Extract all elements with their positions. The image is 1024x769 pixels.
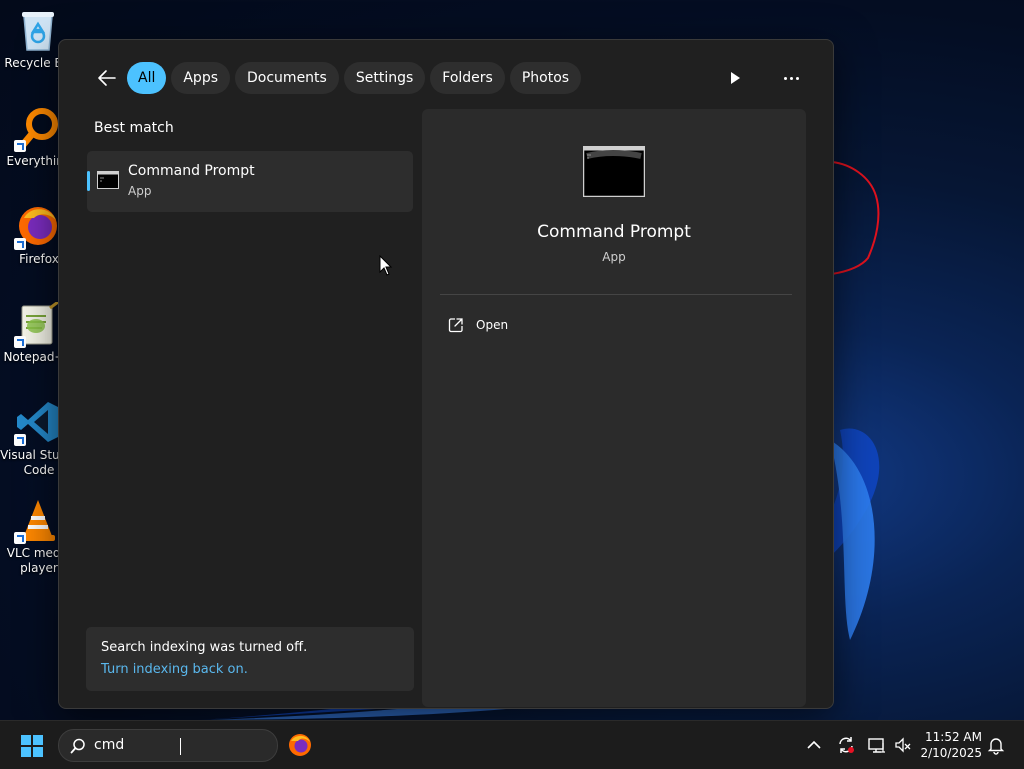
shortcut-arrow-icon — [14, 140, 26, 152]
sync-icon[interactable] — [836, 735, 856, 755]
windows-start-icon[interactable] — [20, 734, 44, 758]
dot-icon — [795, 76, 799, 80]
result-title: Command Prompt — [128, 163, 255, 179]
chevron-up-icon[interactable] — [804, 735, 824, 755]
vlc-icon — [14, 498, 60, 544]
taskbar-clock[interactable]: 11:52 AM 2/10/2025 — [918, 729, 982, 761]
search-icon — [70, 738, 85, 754]
indexing-notice: Search indexing was turned off. Turn ind… — [86, 627, 414, 691]
red-annotation — [831, 161, 880, 275]
open-external-icon — [448, 318, 463, 333]
network-icon[interactable] — [867, 735, 887, 755]
everything-search-icon — [14, 106, 60, 152]
speaker-muted-icon[interactable] — [893, 735, 913, 755]
clock-time: 11:52 AM — [925, 730, 982, 744]
play-button[interactable] — [727, 70, 743, 86]
taskbar-search-input[interactable] — [94, 736, 264, 754]
taskbar-firefox-icon[interactable] — [288, 733, 312, 757]
open-action[interactable]: Open — [448, 315, 508, 335]
dot-icon — [789, 76, 793, 80]
firefox-icon — [14, 204, 60, 250]
command-prompt-icon — [97, 171, 119, 189]
shortcut-arrow-icon — [14, 532, 26, 544]
preview-pane: Command Prompt App Open — [422, 109, 806, 707]
best-match-heading: Best match — [94, 120, 174, 136]
preview-title: Command Prompt — [537, 222, 691, 242]
recycle-bin-icon — [16, 8, 60, 52]
tab-photos[interactable]: Photos — [509, 62, 582, 94]
search-filter-tabs: All Apps Documents Settings Folders Phot… — [127, 62, 582, 94]
shortcut-arrow-icon — [14, 238, 26, 250]
command-prompt-large-icon — [583, 146, 645, 197]
tab-apps[interactable]: Apps — [171, 62, 231, 94]
more-options-button[interactable] — [781, 68, 801, 88]
turn-indexing-on-link[interactable]: Turn indexing back on. — [101, 662, 248, 677]
preview-subtitle: App — [602, 250, 626, 264]
shortcut-arrow-icon — [14, 336, 26, 348]
back-button[interactable] — [95, 66, 119, 90]
notification-bell-icon[interactable] — [986, 735, 1006, 755]
selection-indicator — [87, 171, 90, 191]
open-label: Open — [476, 318, 509, 332]
tab-folders[interactable]: Folders — [430, 62, 505, 94]
tab-all[interactable]: All — [127, 62, 167, 94]
text-caret — [180, 738, 181, 755]
search-panel: All Apps Documents Settings Folders Phot… — [58, 39, 834, 709]
indexing-notice-text: Search indexing was turned off. — [101, 640, 308, 655]
arrow-left-icon — [98, 70, 116, 86]
taskbar-search-box[interactable] — [58, 729, 278, 762]
shortcut-arrow-icon — [14, 434, 26, 446]
taskbar: 11:52 AM 2/10/2025 — [0, 720, 1024, 769]
tab-settings[interactable]: Settings — [343, 62, 426, 94]
divider — [440, 294, 792, 295]
dot-icon — [783, 76, 787, 80]
result-command-prompt[interactable]: Command Prompt App — [87, 151, 413, 212]
notepad-plus-plus-icon — [14, 302, 60, 348]
tab-documents[interactable]: Documents — [235, 62, 339, 94]
result-subtitle: App — [128, 184, 152, 198]
mouse-cursor-icon — [379, 255, 393, 276]
vscode-icon — [14, 400, 60, 446]
play-icon — [731, 72, 740, 84]
clock-date: 2/10/2025 — [920, 746, 982, 760]
